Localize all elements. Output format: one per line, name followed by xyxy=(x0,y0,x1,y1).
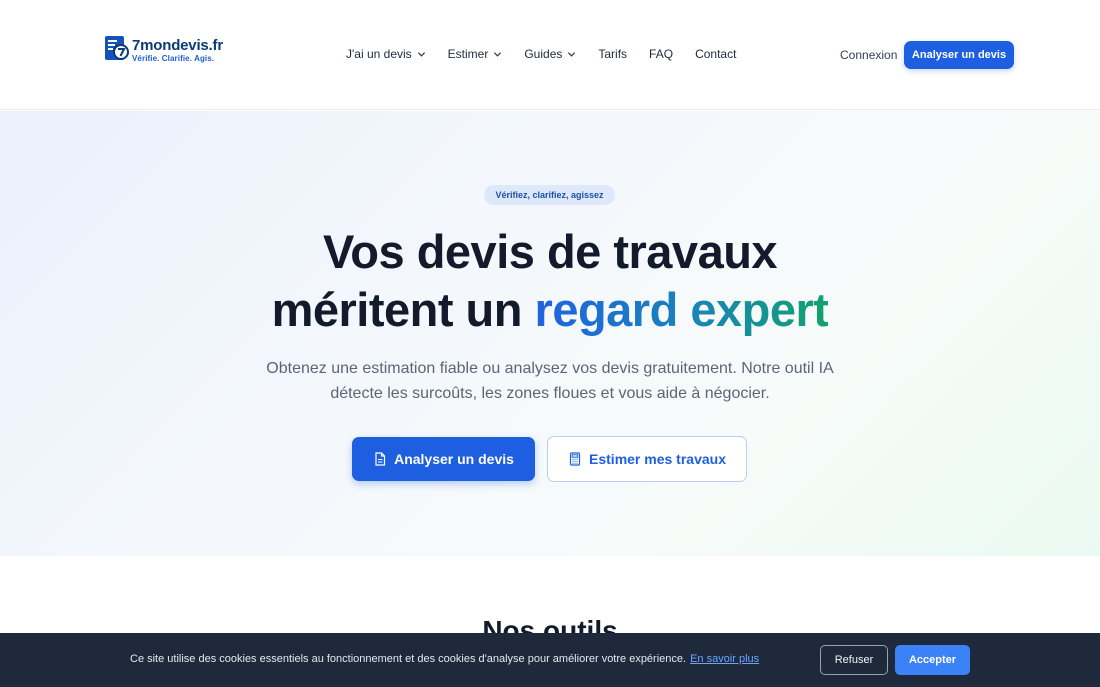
hero-badge: Vérifiez, clarifiez, agissez xyxy=(484,185,615,205)
chevron-down-icon xyxy=(494,51,502,57)
nav-item-tarifs[interactable]: Tarifs xyxy=(598,47,627,61)
nav-item-label: Contact xyxy=(695,47,737,61)
login-link[interactable]: Connexion xyxy=(840,48,897,62)
hero-title: Vos devis de travaux méritent un regard … xyxy=(0,223,1100,339)
estimate-works-label: Estimer mes travaux xyxy=(589,451,726,467)
logo-tagline: Vérifie. Clarifie. Agis. xyxy=(132,54,215,63)
nav-item-label: J'ai un devis xyxy=(346,47,412,61)
hero-title-line1: Vos devis de travaux xyxy=(322,225,778,278)
nav-item-contact[interactable]: Contact xyxy=(695,47,736,61)
cookie-message: Ce site utilise des cookies essentiels a… xyxy=(130,653,687,665)
cookie-banner: Ce site utilise des cookies essentiels a… xyxy=(0,633,1100,687)
chevron-down-icon xyxy=(568,51,576,57)
logo-name: 7mondevis.fr xyxy=(132,37,223,54)
site-header: 7mondevis.fr Vérifie. Clarifie. Agis. J'… xyxy=(0,0,1100,110)
header-analyze-button[interactable]: Analyser un devis xyxy=(904,41,1014,69)
nav-item-guides[interactable]: Guides xyxy=(524,47,576,61)
analyze-quote-button[interactable]: Analyser un devis xyxy=(352,437,535,481)
logo[interactable]: 7mondevis.fr Vérifie. Clarifie. Agis. xyxy=(104,35,223,63)
cookie-accept-button[interactable]: Accepter xyxy=(895,645,970,675)
nav-item-label: Tarifs xyxy=(598,47,628,61)
logo-document-icon xyxy=(104,35,130,63)
nav-item-label: Estimer xyxy=(447,47,489,61)
main-nav: J'ai un devis Estimer Guides Tarifs FAQ … xyxy=(346,47,758,61)
calculator-icon xyxy=(569,452,581,466)
hero-title-accent: regard expert xyxy=(534,283,829,336)
analyze-quote-label: Analyser un devis xyxy=(394,451,514,467)
hero-section: Vérifiez, clarifiez, agissez Vos devis d… xyxy=(0,111,1100,556)
estimate-works-button[interactable]: Estimer mes travaux xyxy=(547,436,747,482)
nav-item-jai-un-devis[interactable]: J'ai un devis xyxy=(346,47,426,61)
cookie-learn-more-link[interactable]: En savoir plus xyxy=(690,653,759,665)
cookie-text-container: Ce site utilise des cookies essentiels a… xyxy=(130,653,759,665)
cookie-refuse-button[interactable]: Refuser xyxy=(820,645,888,675)
nav-item-estimer[interactable]: Estimer xyxy=(448,47,503,61)
nav-item-label: FAQ xyxy=(649,47,674,61)
nav-item-faq[interactable]: FAQ xyxy=(649,47,673,61)
document-icon xyxy=(375,452,386,466)
hero-title-line2-prefix: méritent un xyxy=(271,283,535,336)
nav-item-label: Guides xyxy=(524,47,563,61)
hero-subtitle: Obtenez une estimation fiable ou analyse… xyxy=(266,360,834,402)
chevron-down-icon xyxy=(417,51,425,57)
